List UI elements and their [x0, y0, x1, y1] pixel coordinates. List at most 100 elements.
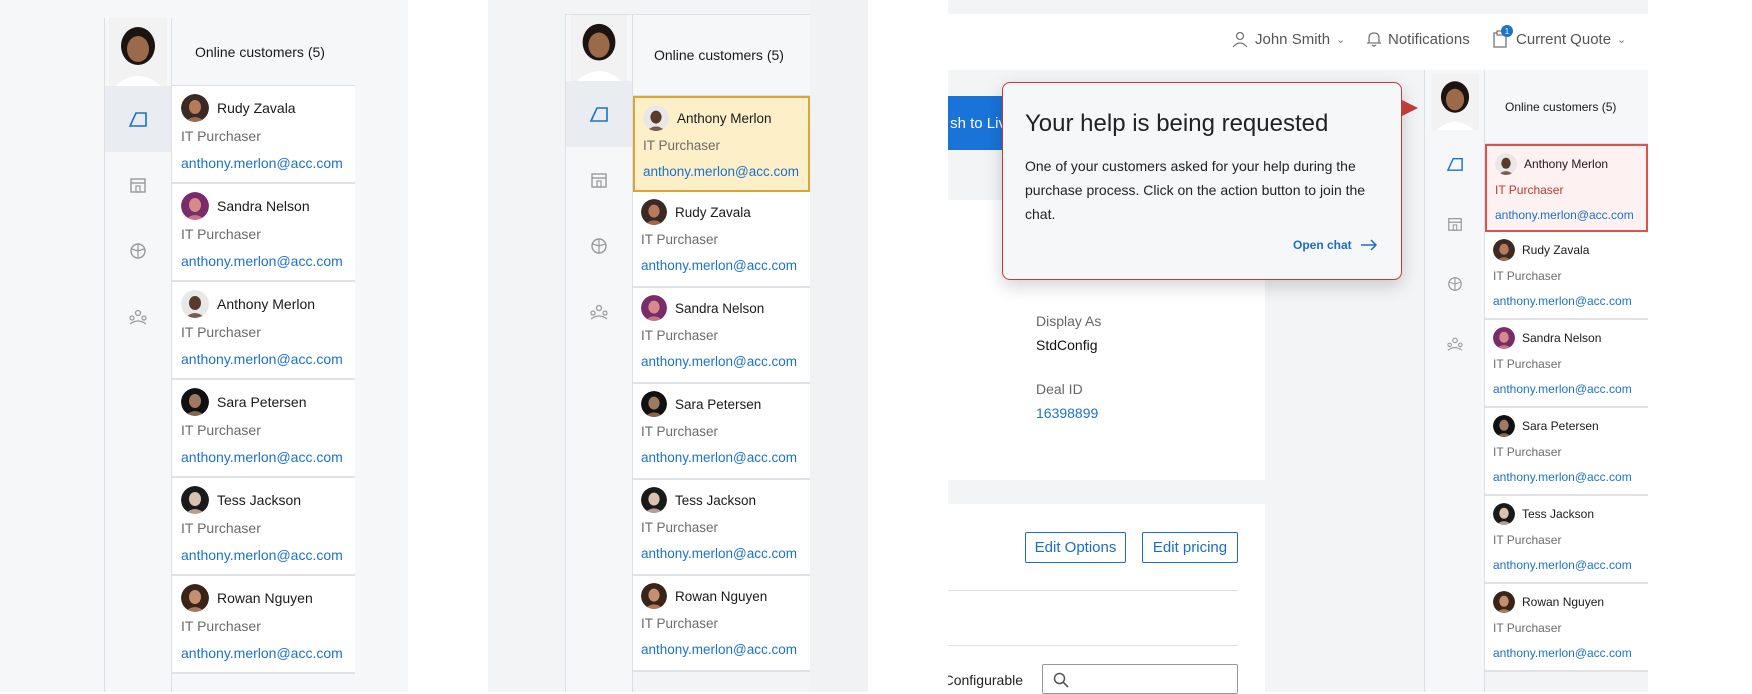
user-icon	[1232, 31, 1248, 48]
team-icon	[590, 304, 608, 320]
avatar	[641, 583, 667, 609]
customer-email[interactable]: anthony.merlon@acc.com	[181, 155, 343, 171]
customer-email[interactable]: anthony.merlon@acc.com	[181, 449, 343, 465]
customer-email[interactable]: anthony.merlon@acc.com	[181, 645, 343, 661]
agent-avatar[interactable]	[1425, 70, 1484, 134]
customer-email[interactable]: anthony.merlon@acc.com	[641, 258, 797, 273]
avatar	[1493, 239, 1515, 261]
customer-email[interactable]: anthony.merlon@acc.com	[1493, 558, 1632, 572]
customer-card[interactable]: Sara Petersen IT Purchaser anthony.merlon@…	[1485, 408, 1648, 496]
avatar	[1493, 327, 1515, 349]
agent-avatar[interactable]	[566, 15, 632, 81]
customer-name: Sandra Nelson	[217, 198, 310, 214]
nav-quotes[interactable]	[566, 81, 632, 147]
nav-quotes[interactable]	[1425, 134, 1484, 194]
customer-email[interactable]: anthony.merlon@acc.com	[181, 351, 343, 367]
panel3: John Smith ⌄ Notifications 1 Current Quo…	[948, 0, 1648, 694]
customer-card[interactable]: Rowan Nguyen IT Purchaser anthony.merlon@a…	[172, 576, 355, 674]
customer-email[interactable]: anthony.merlon@acc.com	[641, 546, 797, 561]
edit-options-button[interactable]: Edit Options	[1025, 532, 1126, 563]
nav-team[interactable]	[1425, 314, 1484, 374]
customer-name: Sara Petersen	[675, 396, 762, 412]
customer-card[interactable]: Anthony Merlon IT Purchaser anthony.merlon…	[633, 96, 810, 192]
customer-card[interactable]: Sandra Nelson IT Purchaser anthony.merlon@…	[1485, 320, 1648, 408]
quote-icon	[1446, 157, 1463, 171]
open-chat-link[interactable]: Open chat	[1293, 238, 1378, 252]
nav-store[interactable]	[1425, 194, 1484, 254]
online-customers-title: Online customers (5)	[195, 43, 325, 60]
customer-email[interactable]: anthony.merlon@acc.com	[643, 164, 799, 179]
panel2-nav-rail	[565, 14, 633, 692]
push-button-label: sh to Liv	[950, 114, 1006, 132]
customer-card[interactable]: Anthony Merlon IT Purchaser anthony.merlon…	[1485, 144, 1648, 232]
customer-email[interactable]: anthony.merlon@acc.com	[181, 547, 343, 563]
nav-quotes[interactable]	[105, 86, 171, 152]
customer-card[interactable]: Anthony Merlon IT Purchaser anthony.merlon…	[172, 282, 355, 380]
panel2: Online customers (5) Anthony Merlon IT Pu…	[488, 0, 810, 692]
nav-team[interactable]	[105, 284, 171, 350]
customer-card[interactable]: Sara Petersen IT Purchaser anthony.merlon@…	[172, 380, 355, 478]
edit-pricing-button[interactable]: Edit pricing	[1142, 532, 1238, 563]
customer-name: Sara Petersen	[217, 394, 307, 410]
avatar	[181, 388, 209, 416]
popup-pointer-icon	[1402, 100, 1418, 116]
customer-name: Rudy Zavala	[217, 100, 296, 116]
customer-role: IT Purchaser	[641, 520, 719, 535]
avatar	[181, 192, 209, 220]
customer-role: IT Purchaser	[181, 422, 261, 438]
nav-store[interactable]	[105, 152, 171, 218]
panel2-list-header: Online customers (5)	[633, 14, 810, 96]
nav-team[interactable]	[566, 279, 632, 345]
customer-email[interactable]: anthony.merlon@acc.com	[1493, 294, 1632, 308]
customer-email[interactable]: anthony.merlon@acc.com	[1493, 470, 1632, 484]
nav-globe[interactable]	[566, 213, 632, 279]
avatar	[1493, 503, 1515, 525]
customer-email[interactable]: anthony.merlon@acc.com	[641, 642, 797, 657]
customer-card[interactable]: Sara Petersen IT Purchaser anthony.merlon@…	[633, 384, 810, 480]
customer-email[interactable]: anthony.merlon@acc.com	[1493, 646, 1632, 660]
customer-email[interactable]: anthony.merlon@acc.com	[1493, 382, 1632, 396]
globe-icon	[1447, 277, 1462, 291]
customer-card[interactable]: Tess Jackson IT Purchaser anthony.merlon@a…	[633, 480, 810, 576]
quote-badge: 1	[1501, 25, 1513, 37]
customer-card[interactable]: Tess Jackson IT Purchaser anthony.merlon@a…	[172, 478, 355, 576]
customer-card[interactable]: Sandra Nelson IT Purchaser anthony.merlon@…	[633, 288, 810, 384]
customer-card[interactable]: Rowan Nguyen IT Purchaser anthony.merlon@a…	[633, 576, 810, 672]
configurable-label: Configurable	[948, 672, 1023, 688]
customer-role: IT Purchaser	[181, 226, 261, 242]
customer-card[interactable]: Rudy Zavala IT Purchaser anthony.merlon@ac…	[1485, 232, 1648, 320]
panel3-list-header: Online customers (5)	[1485, 70, 1648, 144]
avatar	[641, 487, 667, 513]
customer-role: IT Purchaser	[643, 138, 721, 153]
search-input[interactable]	[1042, 664, 1238, 694]
customer-card[interactable]: Rowan Nguyen IT Purchaser anthony.merlon@a…	[1485, 584, 1648, 672]
customer-email[interactable]: anthony.merlon@acc.com	[641, 354, 797, 369]
nav-globe[interactable]	[1425, 254, 1484, 314]
gap-background-white	[408, 0, 488, 692]
user-menu[interactable]: John Smith ⌄	[1231, 30, 1345, 48]
customer-email[interactable]: anthony.merlon@acc.com	[641, 450, 797, 465]
push-to-live-button[interactable]: sh to Liv	[948, 96, 1010, 150]
gap-background-3	[868, 0, 948, 692]
customer-role: IT Purchaser	[1493, 533, 1562, 547]
customer-role: IT Purchaser	[1493, 621, 1562, 635]
customer-email[interactable]: anthony.merlon@acc.com	[1495, 208, 1634, 222]
customer-card[interactable]: Sandra Nelson IT Purchaser anthony.merlon@…	[172, 184, 355, 282]
customer-email[interactable]: anthony.merlon@acc.com	[181, 253, 343, 269]
notifications-link[interactable]: Notifications	[1366, 30, 1470, 48]
gap-background	[355, 0, 408, 692]
deal-id-label: Deal ID	[1036, 381, 1083, 397]
customer-role: IT Purchaser	[1495, 183, 1564, 197]
display-as-label: Display As	[1036, 313, 1102, 329]
customer-role: IT Purchaser	[641, 328, 719, 343]
customer-card[interactable]: Tess Jackson IT Purchaser anthony.merlon@a…	[1485, 496, 1648, 584]
customer-card[interactable]: Rudy Zavala IT Purchaser anthony.merlon@ac…	[172, 86, 355, 184]
customer-card[interactable]: Rudy Zavala IT Purchaser anthony.merlon@ac…	[633, 192, 810, 288]
deal-id-value[interactable]: 16398899	[1036, 405, 1098, 421]
nav-store[interactable]	[566, 147, 632, 213]
panel1-nav-rail	[104, 18, 172, 692]
current-quote-menu[interactable]: 1 Current Quote ⌄	[1492, 25, 1626, 48]
nav-globe[interactable]	[105, 218, 171, 284]
customer-role: IT Purchaser	[181, 618, 261, 634]
agent-avatar[interactable]	[105, 18, 171, 86]
